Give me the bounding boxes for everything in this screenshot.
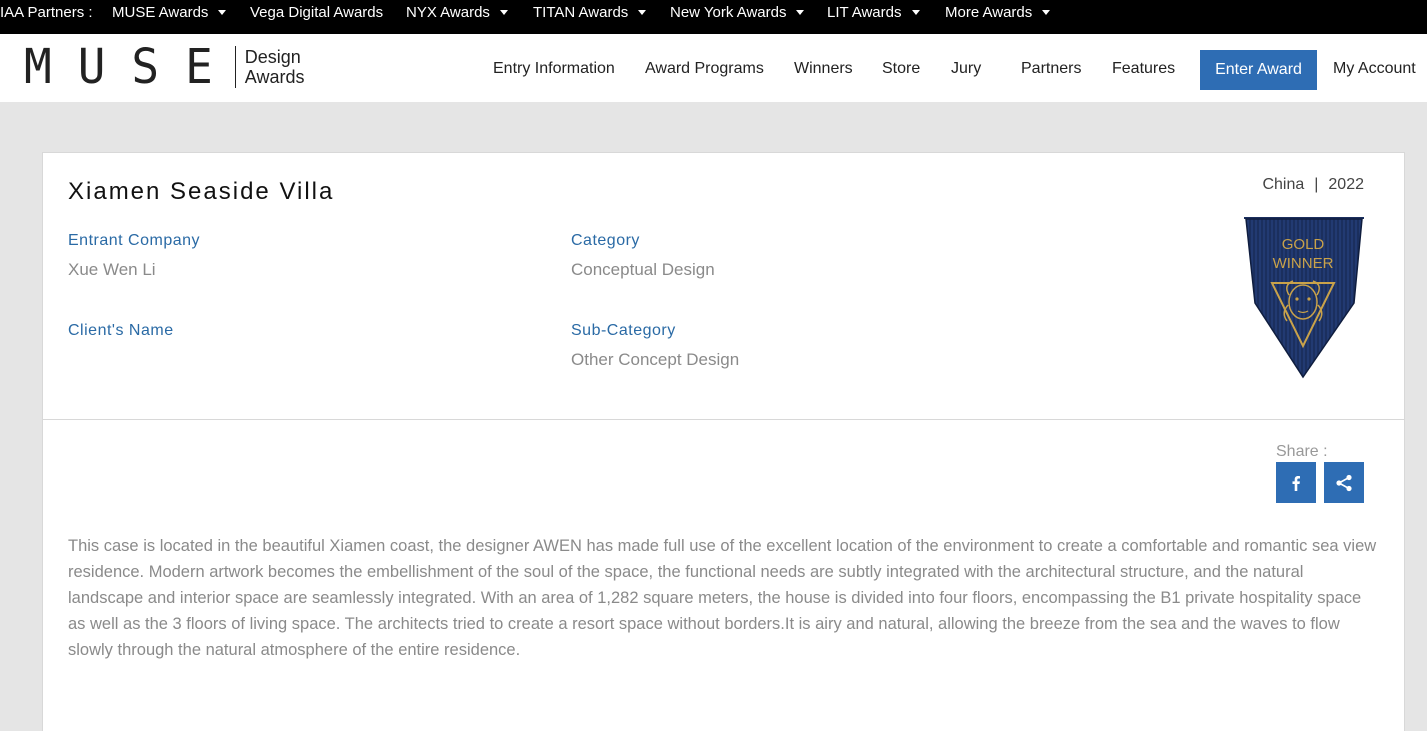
nav-partners[interactable]: Partners bbox=[1021, 60, 1081, 78]
entry-country: China bbox=[1262, 176, 1305, 193]
nav-entry-information[interactable]: Entry Information bbox=[493, 60, 615, 78]
client-name-label: Client's Name bbox=[68, 322, 174, 339]
my-account-link[interactable]: My Account bbox=[1333, 60, 1416, 78]
partner-link-more[interactable]: More Awards bbox=[945, 4, 1051, 21]
site-header: MUSE Design Awards Entry Information Awa… bbox=[0, 34, 1427, 102]
share-button[interactable] bbox=[1324, 462, 1364, 503]
nav-features[interactable]: Features bbox=[1112, 60, 1175, 78]
muse-eye-right bbox=[1307, 297, 1311, 301]
gold-winner-badge: GOLD WINNER bbox=[1244, 217, 1364, 379]
badge-line-1: GOLD bbox=[1282, 236, 1325, 253]
partner-link-muse[interactable]: MUSE Awards bbox=[112, 4, 227, 21]
share-label: Share : bbox=[1276, 443, 1328, 460]
entry-description: This case is located in the beautiful Xi… bbox=[68, 537, 1377, 659]
category-value: Conceptual Design bbox=[571, 260, 715, 279]
chevron-down-icon bbox=[1042, 10, 1051, 15]
partner-link-lit[interactable]: LIT Awards bbox=[827, 4, 920, 21]
partner-link-new-york[interactable]: New York Awards bbox=[670, 4, 805, 21]
nav-jury[interactable]: Jury bbox=[951, 60, 981, 78]
meta-separator: | bbox=[1314, 176, 1319, 193]
chevron-down-icon bbox=[796, 10, 805, 15]
facebook-share-button[interactable] bbox=[1276, 462, 1316, 503]
nav-winners[interactable]: Winners bbox=[794, 60, 853, 78]
entry-title: Xiamen Seaside Villa bbox=[68, 178, 335, 205]
sub-category-value: Other Concept Design bbox=[571, 350, 740, 369]
facebook-icon bbox=[1292, 475, 1300, 491]
partner-link-nyx[interactable]: NYX Awards bbox=[406, 4, 508, 21]
entrant-company-label: Entrant Company bbox=[68, 232, 201, 249]
entrant-company-value: Xue Wen Li bbox=[68, 260, 156, 279]
nav-store[interactable]: Store bbox=[882, 60, 920, 78]
chevron-down-icon bbox=[911, 10, 920, 15]
category-label: Category bbox=[571, 232, 640, 249]
chevron-down-icon bbox=[499, 10, 508, 15]
share-icon bbox=[1336, 474, 1352, 491]
logo-subtitle: Design Awards bbox=[244, 47, 305, 87]
partner-link-vega[interactable]: Vega Digital Awards bbox=[250, 4, 383, 21]
site-logo[interactable]: MUSE Design Awards bbox=[24, 37, 305, 95]
nav-award-programs[interactable]: Award Programs bbox=[645, 60, 764, 78]
sub-category-label: Sub-Category bbox=[571, 322, 676, 339]
partner-bar-prefix: IAA Partners : bbox=[0, 4, 93, 21]
entry-meta: China | 2022 bbox=[1262, 176, 1364, 194]
partner-link-titan[interactable]: TITAN Awards bbox=[533, 4, 647, 21]
chevron-down-icon bbox=[638, 10, 647, 15]
badge-line-2: WINNER bbox=[1273, 255, 1334, 272]
logo-wordmark: MUSE bbox=[24, 37, 239, 95]
entry-card: Xiamen Seaside Villa China | 2022 Entrant … bbox=[42, 152, 1405, 731]
enter-award-button[interactable]: Enter Award bbox=[1200, 50, 1317, 90]
chevron-down-icon bbox=[218, 10, 227, 15]
muse-eye-left bbox=[1295, 297, 1299, 301]
entry-year: 2022 bbox=[1328, 176, 1364, 193]
section-divider bbox=[43, 419, 1404, 420]
partner-bar: IAA Partners : MUSE Awards Vega Digital … bbox=[0, 0, 1427, 34]
